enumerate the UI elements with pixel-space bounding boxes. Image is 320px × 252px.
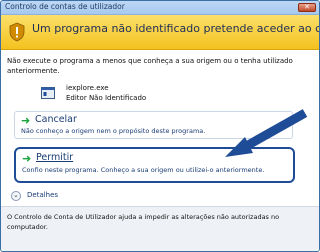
program-publisher: Editor Não Identificado (66, 94, 147, 102)
warning-text: Não execute o programa a menos que conhe… (7, 57, 293, 75)
uac-dialog: Controlo de contas de utilizador ✕ Um pr… (0, 0, 320, 252)
window-title: Controlo de contas de utilizador (5, 2, 125, 11)
shield-warning-icon (9, 22, 25, 42)
allow-description: Confio neste programa. Conheço a sua ori… (22, 166, 265, 174)
warning-banner: Um programa não identificado pretende ac… (1, 15, 319, 50)
footer: O Controlo de Conta de Utilizador ajuda … (1, 206, 319, 251)
arrow-right-icon: ➜ (22, 152, 32, 165)
arrow-right-icon: ➜ (21, 114, 31, 127)
program-name: iexplore.exe (66, 84, 109, 92)
cancel-title: Cancelar (35, 114, 77, 125)
program-icon (41, 87, 55, 99)
chevron-down-icon: ⌄ (11, 191, 21, 201)
pointer-arrow-icon (225, 109, 308, 157)
details-label: Detalhes (27, 191, 59, 199)
close-button[interactable]: ✕ (298, 3, 316, 12)
banner-heading: Um programa não identificado pretende ac… (32, 22, 319, 35)
allow-title: Permitir (36, 152, 74, 163)
title-bar: Controlo de contas de utilizador ✕ (1, 1, 319, 15)
footer-text: O Controlo de Conta de Utilizador ajuda … (7, 213, 280, 231)
